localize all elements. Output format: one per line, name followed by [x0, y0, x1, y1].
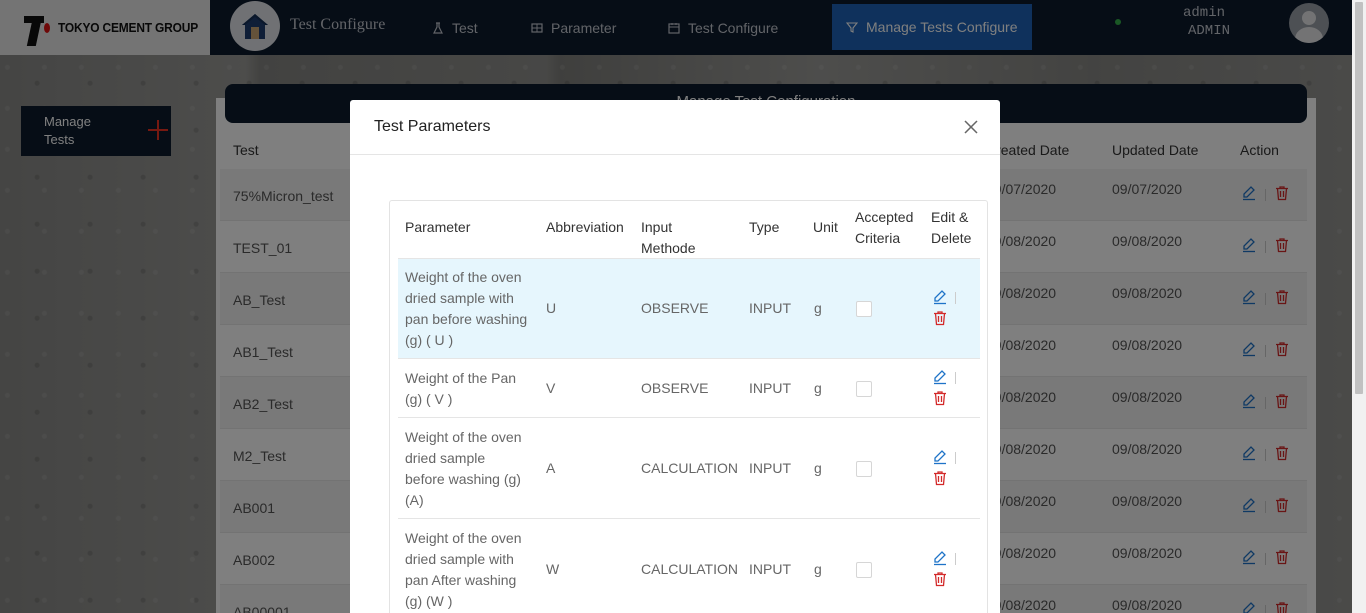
accepted-criteria-checkbox[interactable]: [856, 381, 872, 397]
edit-icon[interactable]: [932, 369, 948, 385]
unit-cell: g: [814, 300, 822, 316]
accepted-criteria-line2: Criteria: [855, 230, 901, 246]
parameter-text-line: dried sample with: [405, 551, 514, 567]
parameter-text-line: (g) ( V ): [405, 391, 453, 407]
column-header-accepted-criteria: Accepted Criteria: [855, 207, 913, 249]
scrollbar-thumb[interactable]: [1355, 2, 1363, 394]
column-header-edit-delete: Edit & Delete: [931, 207, 971, 249]
edit-delete-line1: Edit &: [931, 209, 969, 225]
modal-title: Test Parameters: [374, 118, 491, 135]
parameter-row[interactable]: Weight of the oven dried sample with pan A…: [398, 520, 980, 613]
edit-icon[interactable]: [932, 449, 948, 465]
type-cell: INPUT: [749, 561, 791, 577]
abbreviation-cell: W: [546, 561, 560, 577]
type-cell: INPUT: [749, 380, 791, 396]
parameter-text-line: Weight of the oven: [405, 530, 522, 546]
action-separator: [955, 553, 956, 565]
delete-icon[interactable]: [932, 470, 948, 486]
abbreviation-cell: V: [546, 380, 556, 396]
input-method-cell: OBSERVE: [641, 300, 709, 316]
parameter-cell: Weight of the oven dried sample with pan A…: [405, 528, 521, 612]
parameter-text-line: Weight of the Pan: [405, 370, 517, 386]
unit-cell: g: [814, 380, 822, 396]
modal-divider: [350, 154, 1000, 155]
column-header-input-methode: Input Methode: [641, 219, 696, 256]
parameter-text-line: (A): [405, 492, 424, 508]
parameter-text-line: dried sample with: [405, 290, 514, 306]
parameter-text-line: Weight of the oven: [405, 429, 522, 445]
unit-cell: g: [814, 561, 822, 577]
parameter-text-line: (g) ( U ): [405, 332, 454, 348]
column-header-type: Type: [749, 219, 780, 235]
parameter-cell: Weight of the oven dried sample before was…: [405, 427, 521, 511]
edit-icon[interactable]: [932, 289, 948, 305]
page-scrollbar[interactable]: [1352, 0, 1366, 613]
column-header-abbreviation: Abbreviation: [546, 219, 624, 235]
parameter-text-line: pan After washing: [405, 572, 517, 588]
parameter-cell: Weight of the oven dried sample with pan b…: [405, 267, 527, 351]
accepted-criteria-line1: Accepted: [855, 209, 914, 225]
parameter-text-line: (g) (W ): [405, 593, 453, 609]
type-cell: INPUT: [749, 460, 791, 476]
delete-icon[interactable]: [932, 571, 948, 587]
parameter-row[interactable]: Weight of the Pan (g) ( V ) V OBSERVE INPUT g: [398, 360, 980, 418]
delete-icon[interactable]: [932, 310, 948, 326]
close-icon[interactable]: [962, 118, 980, 136]
unit-cell: g: [814, 460, 822, 476]
edit-delete-line2: Delete: [931, 230, 972, 246]
parameter-text-line: before washing (g): [405, 471, 521, 487]
action-separator: [955, 452, 956, 464]
type-cell: INPUT: [749, 300, 791, 316]
input-method-cell: OBSERVE: [641, 380, 709, 396]
parameter-text-line: dried sample: [405, 450, 486, 466]
parameter-cell: Weight of the Pan (g) ( V ): [405, 368, 516, 410]
action-separator: [955, 372, 956, 384]
parameter-text-line: Weight of the oven: [405, 269, 522, 285]
delete-icon[interactable]: [932, 390, 948, 406]
parameter-row[interactable]: Weight of the oven dried sample before was…: [398, 419, 980, 519]
action-separator: [955, 292, 956, 304]
column-header-unit: Unit: [813, 219, 838, 235]
parameter-text-line: pan before washing: [405, 311, 528, 327]
abbreviation-cell: U: [546, 300, 557, 316]
input-method-cell: CALCULATION: [641, 460, 738, 476]
accepted-criteria-checkbox[interactable]: [856, 562, 872, 578]
column-header-parameter: Parameter: [405, 219, 471, 235]
accepted-criteria-checkbox[interactable]: [856, 461, 872, 477]
input-method-cell: CALCULATION: [641, 561, 738, 577]
abbreviation-cell: A: [546, 460, 556, 476]
accepted-criteria-checkbox[interactable]: [856, 301, 872, 317]
parameter-row[interactable]: Weight of the oven dried sample with pan b…: [398, 259, 980, 359]
edit-icon[interactable]: [932, 550, 948, 566]
